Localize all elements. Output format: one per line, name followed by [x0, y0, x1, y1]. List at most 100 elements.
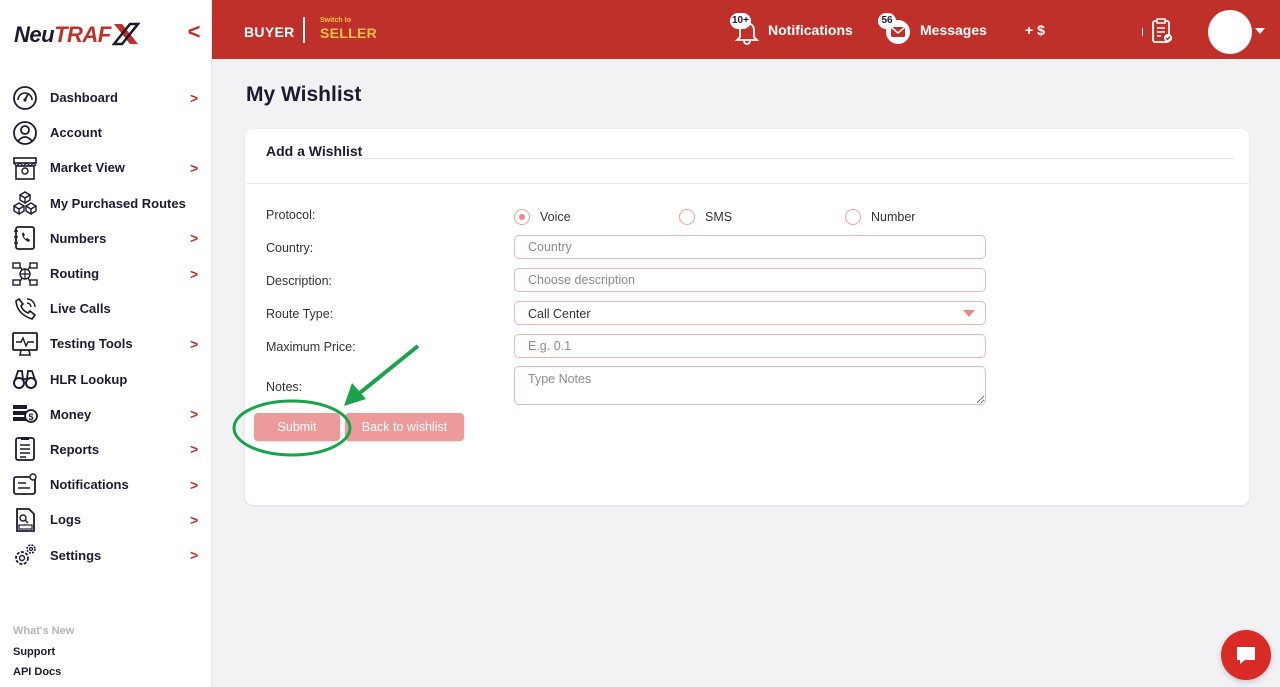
sidebar-item-logs[interactable]: Logs > [0, 502, 212, 537]
chevron-right-icon: > [190, 511, 199, 528]
switch-to-seller-button[interactable]: Switch to SELLER [320, 17, 377, 41]
protocol-radio-sms[interactable]: SMS [679, 209, 732, 225]
report-icon [12, 436, 38, 462]
notes-textarea[interactable] [514, 366, 986, 405]
route-type-value: Call Center [528, 307, 591, 321]
notifications-label: Notifications [768, 22, 853, 38]
svg-text:$: $ [28, 412, 33, 422]
bell-icon: 10+ [730, 13, 760, 45]
max-price-label: Maximum Price: [266, 340, 356, 354]
chevron-down-icon[interactable] [1255, 28, 1265, 34]
notes-label: Notes: [266, 380, 303, 394]
protocol-label: Protocol: [266, 208, 316, 222]
chat-support-button[interactable] [1221, 630, 1271, 680]
messages-label: Messages [920, 22, 987, 38]
country-input[interactable] [514, 235, 986, 259]
phone-call-icon [12, 296, 38, 322]
sidebar-item-label: Testing Tools [50, 336, 133, 352]
radio-button[interactable] [845, 209, 861, 225]
sidebar-item-label: Money [50, 406, 92, 422]
sidebar-item-label: Settings [50, 547, 102, 563]
sidebar-item-dashboard[interactable]: Dashboard > [0, 80, 212, 115]
notifications-button[interactable]: 10+ Notifications [730, 12, 853, 48]
notification-card-icon [12, 472, 38, 498]
sidebar-item-label: My Purchased Routes [50, 195, 186, 211]
avatar[interactable] [1208, 10, 1252, 54]
radio-label: Voice [540, 210, 571, 224]
submit-button[interactable]: Submit [254, 413, 340, 441]
sidebar-nav: Dashboard > Account Market View > My Pur… [0, 80, 212, 573]
network-icon [12, 261, 38, 287]
back-to-wishlist-button[interactable]: Back to wishlist [345, 413, 464, 441]
sidebar-item-label: Reports [50, 441, 100, 457]
sidebar-footer-links: What's New Support API Docs [13, 624, 74, 686]
switch-to-caption: Switch to [320, 17, 352, 24]
logs-icon [12, 507, 38, 533]
envelope-icon: 56 [878, 13, 912, 45]
sidebar-collapse-button[interactable]: < [184, 20, 204, 44]
sidebar-item-label: Numbers [50, 230, 107, 246]
card-title-underline [266, 158, 1234, 159]
api-docs-link[interactable]: API Docs [13, 665, 74, 686]
protocol-radio-number[interactable]: Number [845, 209, 915, 225]
role-divider [303, 17, 305, 43]
description-label: Description: [266, 274, 332, 288]
speedometer-icon [12, 85, 38, 111]
sidebar-item-numbers[interactable]: Numbers > [0, 221, 212, 256]
binoculars-icon [12, 366, 38, 392]
sidebar-item-reports[interactable]: Reports > [0, 432, 212, 467]
sidebar-item-label: Dashboard [50, 90, 118, 106]
description-input[interactable] [514, 268, 986, 292]
sidebar-item-routing[interactable]: Routing > [0, 256, 212, 291]
sidebar-item-market-view[interactable]: Market View > [0, 150, 212, 185]
chevron-right-icon: > [190, 547, 199, 564]
sidebar-item-live-calls[interactable]: Live Calls [0, 291, 212, 326]
sidebar-item-account[interactable]: Account [0, 115, 212, 150]
storefront-icon [12, 155, 38, 181]
chevron-right-icon: > [190, 89, 199, 106]
chat-bubble-icon [1237, 647, 1255, 664]
radio-button-checked[interactable] [514, 209, 530, 225]
route-type-label: Route Type: [266, 307, 334, 321]
app-logo[interactable]: NeuTRAF [14, 22, 140, 48]
clipboard-check-icon[interactable] [1150, 18, 1174, 44]
sidebar-item-money[interactable]: $ Money > [0, 397, 212, 432]
chevron-right-icon: > [190, 265, 199, 282]
chevron-right-icon: > [190, 406, 199, 423]
logo-text-accent: TRAF [54, 22, 111, 47]
caret-down-icon [963, 310, 975, 317]
sidebar-item-hlr-lookup[interactable]: HLR Lookup [0, 362, 212, 397]
protocol-radio-voice[interactable]: Voice [514, 209, 571, 225]
support-link[interactable]: Support [13, 645, 74, 666]
sidebar-item-notifications[interactable]: Notifications > [0, 467, 212, 502]
whats-new-link[interactable]: What's New [13, 624, 74, 645]
radio-button[interactable] [679, 209, 695, 225]
sidebar-item-label: Routing [50, 266, 100, 282]
sidebar-item-my-purchased-routes[interactable]: My Purchased Routes [0, 186, 212, 221]
sidebar-item-label: Live Calls [50, 301, 111, 317]
max-price-input[interactable] [514, 334, 986, 358]
topbar-divider [1142, 28, 1143, 36]
notifications-badge: 10+ [730, 13, 751, 29]
current-role-label: BUYER [244, 24, 295, 40]
logo-x-mark-icon [111, 22, 140, 46]
route-type-select[interactable]: Call Center [514, 301, 986, 325]
sidebar-item-label: Logs [50, 512, 82, 528]
topbar: BUYER Switch to SELLER 10+ Notifications… [212, 0, 1280, 59]
add-funds-button[interactable]: + $ [1025, 22, 1045, 38]
sidebar-item-label: HLR Lookup [50, 371, 128, 387]
sidebar-item-settings[interactable]: Settings > [0, 537, 212, 572]
chevron-right-icon: > [190, 159, 199, 176]
gears-icon [12, 542, 38, 568]
logo-row: NeuTRAF < [0, 0, 212, 66]
money-icon: $ [12, 401, 38, 427]
chevron-right-icon: > [190, 230, 199, 247]
radio-label: SMS [705, 210, 733, 224]
chevron-right-icon: > [190, 476, 199, 493]
sidebar-item-label: Market View [50, 160, 125, 176]
sidebar-item-testing-tools[interactable]: Testing Tools > [0, 326, 212, 361]
radio-label: Number [871, 210, 916, 224]
user-icon [12, 120, 38, 146]
messages-button[interactable]: 56 Messages [878, 12, 987, 48]
chevron-right-icon: > [190, 335, 199, 352]
